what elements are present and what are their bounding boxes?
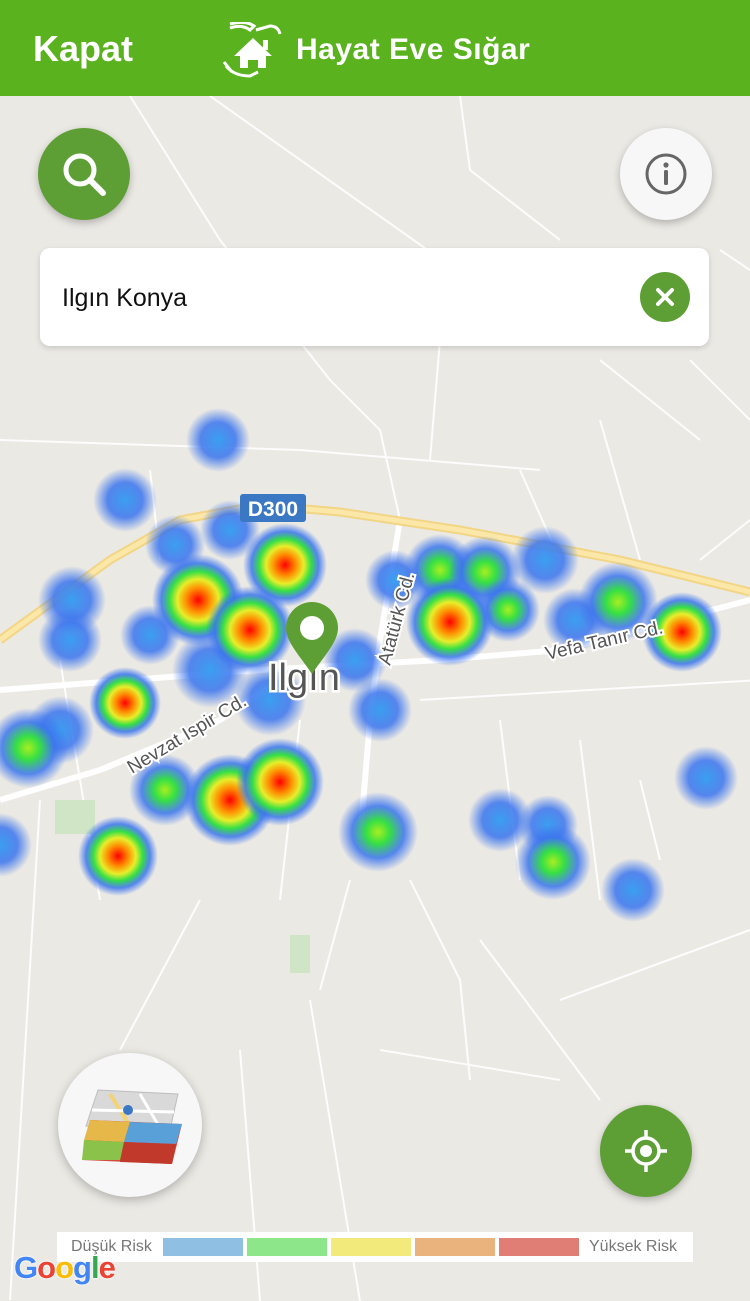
road-badge-label: D300 (248, 498, 298, 521)
search-bar (40, 248, 709, 346)
google-letter: l (90, 1250, 100, 1285)
search-icon (63, 153, 106, 196)
legend-swatch-3 (331, 1238, 411, 1256)
legend-swatch-1 (163, 1238, 243, 1256)
google-attribution: Google (14, 1250, 116, 1286)
close-button[interactable]: Kapat (33, 28, 133, 70)
my-location-button[interactable] (600, 1105, 692, 1197)
home-hands-icon (222, 22, 282, 78)
google-letter: o (37, 1250, 56, 1285)
my-location-icon (625, 1130, 667, 1172)
app-title: Hayat Eve Sığar (296, 33, 531, 66)
risk-legend: Düşük Risk Yüksek Risk (57, 1232, 693, 1262)
google-letter: g (73, 1250, 92, 1285)
close-icon (656, 288, 674, 306)
search-button[interactable] (38, 128, 130, 220)
clear-search-button[interactable] (640, 272, 690, 322)
legend-high-label: Yüksek Risk (589, 1238, 678, 1255)
city-label: Ilgın (268, 657, 340, 699)
info-icon (645, 153, 687, 195)
legend-swatch-5 (499, 1238, 579, 1256)
app-brand: Hayat Eve Sığar (222, 22, 530, 78)
google-letter: G (14, 1250, 38, 1285)
map-layers-button[interactable] (58, 1053, 202, 1197)
google-letter: e (98, 1250, 116, 1285)
legend-swatch-4 (415, 1238, 495, 1256)
search-input[interactable] (60, 272, 624, 324)
map-layers-icon (82, 1089, 182, 1164)
google-letter: o (55, 1250, 74, 1285)
legend-swatch-2 (247, 1238, 327, 1256)
app-header: Kapat Hayat Eve Sığar (0, 0, 750, 96)
info-button[interactable] (620, 128, 712, 220)
